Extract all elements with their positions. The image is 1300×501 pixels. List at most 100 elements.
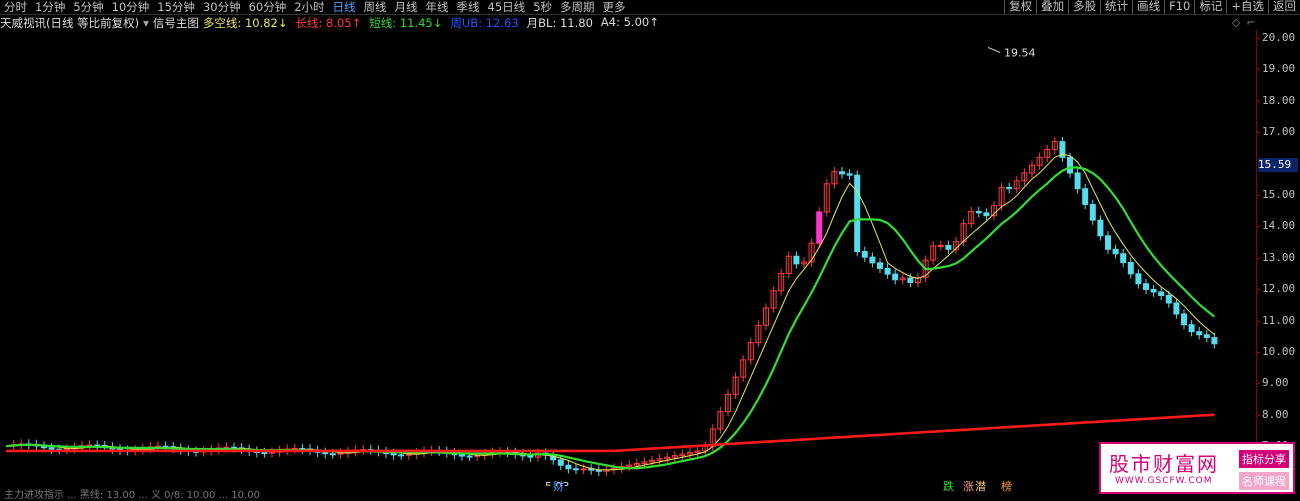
expand-icon[interactable]: ⌐ xyxy=(1246,16,1255,29)
candle-body xyxy=(459,454,465,457)
period-tab-3[interactable]: 10分钟 xyxy=(108,0,154,14)
candle-body xyxy=(839,171,845,175)
tool-button-8[interactable]: 返回 xyxy=(1268,0,1300,14)
candle-body xyxy=(390,453,397,456)
candle-body xyxy=(884,267,891,275)
indicator-value-2: 短线: 11.45↓ xyxy=(369,16,443,30)
candle-body xyxy=(861,251,868,258)
period-tab-13[interactable]: 45日线 xyxy=(484,0,530,14)
axis-tick: 20.00 xyxy=(1255,31,1296,44)
period-tab-8[interactable]: 日线 xyxy=(329,0,360,14)
period-tab-2[interactable]: 5分钟 xyxy=(69,0,107,14)
axis-tick: 11.00 xyxy=(1255,313,1296,327)
candle-body xyxy=(1181,313,1187,326)
axis-tick: 13.00 xyxy=(1255,250,1296,264)
candle-body xyxy=(1165,294,1172,304)
watermark-tag-course: 名师课程 xyxy=(1239,472,1289,490)
candle-body xyxy=(329,453,336,456)
tool-buttons: 复权 叠加 多股 统计 画线 F10 标记 +自选 返回 xyxy=(1004,0,1300,14)
tool-button-1[interactable]: 叠加 xyxy=(1036,0,1068,14)
axis-tick: 12.00 xyxy=(1255,282,1296,296)
candle-body xyxy=(1127,261,1134,275)
high-pointer xyxy=(987,46,1001,53)
tool-button-4[interactable]: 画线 xyxy=(1132,0,1164,14)
candle-body xyxy=(793,255,800,265)
long-line xyxy=(6,413,1215,453)
indicator-value-1: 长线: 8.05↑ xyxy=(295,16,362,30)
tool-button-3[interactable]: 统计 xyxy=(1100,0,1132,14)
candle-body xyxy=(269,451,275,454)
candle-body xyxy=(1196,331,1203,336)
axis-tick: 14.00 xyxy=(1255,219,1296,233)
site-watermark: 股市财富网 WWW.GSCFW.COM 指标分享 名师课程 xyxy=(1099,442,1295,494)
candle-body xyxy=(846,173,853,176)
axis-tick: 8.00 xyxy=(1256,407,1289,421)
period-tab-1[interactable]: 1分钟 xyxy=(31,0,69,14)
candle-body xyxy=(975,210,982,214)
candle-body xyxy=(1203,334,1210,339)
tool-button-6[interactable]: 标记 xyxy=(1194,0,1226,14)
tool-button-0[interactable]: 复权 xyxy=(1004,0,1036,14)
candle-body xyxy=(48,447,55,450)
period-tab-14[interactable]: 5秒 xyxy=(529,0,556,14)
diamond-icon[interactable]: ◇ xyxy=(1232,16,1240,29)
candle-body xyxy=(1105,235,1111,250)
candle-body xyxy=(1135,273,1142,285)
candle-body xyxy=(580,468,587,471)
candle-body xyxy=(816,211,823,244)
period-tab-12[interactable]: 季线 xyxy=(453,0,484,14)
current-price-tag: 15.59 xyxy=(1258,158,1298,172)
kline-chart[interactable]: 19.545.93 xyxy=(0,30,1256,486)
tool-button-2[interactable]: 多股 xyxy=(1068,0,1100,14)
watermark-title: 股市财富网 xyxy=(1109,452,1219,476)
period-tab-0[interactable]: 分时 xyxy=(0,0,31,14)
candle-body xyxy=(261,452,268,455)
indicator-name[interactable]: 信号主图 xyxy=(153,15,199,31)
period-tab-15[interactable]: 多周期 xyxy=(556,0,599,14)
candle-body xyxy=(1097,219,1104,237)
period-tab-9[interactable]: 周线 xyxy=(360,0,391,14)
candle-body xyxy=(877,262,883,269)
period-tab-5[interactable]: 30分钟 xyxy=(199,0,245,14)
tool-button-5[interactable]: F10 xyxy=(1164,0,1194,14)
axis-tick: 17.00 xyxy=(1255,125,1296,139)
candle-body xyxy=(398,454,405,457)
candle-body xyxy=(1150,288,1157,293)
candle-body xyxy=(892,273,899,281)
watermark-tag-share: 指标分享 xyxy=(1239,450,1289,468)
candle-body xyxy=(869,256,876,264)
candle-body xyxy=(1158,291,1165,296)
candle-body xyxy=(1112,248,1119,255)
tool-button-7[interactable]: +自选 xyxy=(1226,0,1268,14)
axis-tick: 19.00 xyxy=(1255,62,1296,76)
candle-body xyxy=(854,174,861,253)
indicator-value-5: A4: 5.00↑ xyxy=(600,15,659,29)
candle-body xyxy=(557,459,564,466)
candle-body xyxy=(1120,253,1127,263)
axis-tick: 18.00 xyxy=(1255,93,1296,107)
candle-body xyxy=(1006,186,1013,190)
candle-body xyxy=(595,469,602,472)
period-tab-4[interactable]: 15分钟 xyxy=(153,0,199,14)
bottom-indicator-bar: 主力进攻指示 ... 黑线: 13.00 ... 义 0/8: 10.00 ..… xyxy=(4,490,260,501)
candle-body xyxy=(322,451,329,455)
indicator-dropdown-icon[interactable]: ▾ xyxy=(143,16,149,30)
period-tab-7[interactable]: 2小时 xyxy=(290,0,328,14)
price-axis: 20.0019.0018.0017.0016.0015.0014.0013.00… xyxy=(1255,30,1300,486)
period-tab-16[interactable]: 更多 xyxy=(599,0,630,14)
candle-body xyxy=(1188,324,1195,333)
period-tab-11[interactable]: 年线 xyxy=(422,0,453,14)
period-tabs: 分时 1分钟 5分钟 10分钟 15分钟 30分钟 60分钟 2小时 日线 周线 月线 年线 季线 45日… xyxy=(0,0,630,14)
high-price-label: 19.54 xyxy=(1004,46,1036,59)
candle-body xyxy=(1173,302,1180,315)
short-line xyxy=(5,166,1216,470)
candle-body xyxy=(1143,283,1149,290)
candle-body xyxy=(1089,203,1096,221)
period-tab-6[interactable]: 60分钟 xyxy=(245,0,291,14)
axis-tick: 9.00 xyxy=(1256,376,1289,390)
candle-body xyxy=(565,464,572,470)
candle-body xyxy=(1211,337,1218,345)
candle-body xyxy=(573,468,579,471)
period-tab-10[interactable]: 月线 xyxy=(391,0,422,14)
stock-title[interactable]: 天威视讯(日线 等比前复权) xyxy=(0,15,139,31)
